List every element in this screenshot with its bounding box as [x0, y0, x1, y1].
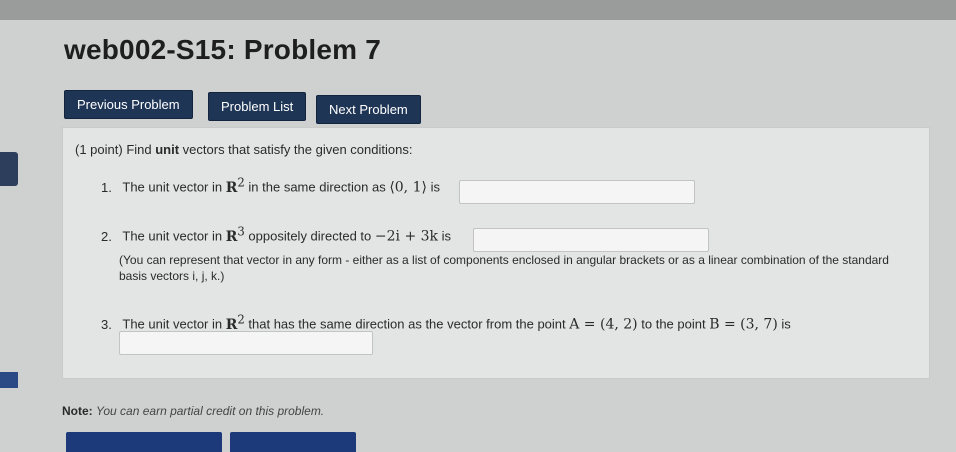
- page-title: web002-S15: Problem 7: [64, 34, 381, 65]
- space-exponent: 3: [237, 224, 245, 238]
- problem-list-button[interactable]: Problem List: [208, 92, 307, 121]
- intro-bold: unit: [155, 142, 180, 157]
- vector-expression: −2i + 3k: [374, 228, 439, 245]
- question-text: oppositely directed to: [248, 228, 375, 244]
- next-problem-button[interactable]: Next Problem: [316, 95, 421, 124]
- question-text: The unit vector in: [122, 179, 226, 195]
- point-a: A = (4, 2): [569, 316, 638, 333]
- question-text: is: [430, 179, 440, 195]
- partial-credit-note: Note: You can earn partial credit on thi…: [62, 404, 324, 418]
- left-edge-tab: [0, 152, 18, 186]
- answer-input-1[interactable]: [459, 180, 695, 204]
- previous-problem-button[interactable]: Previous Problem: [64, 90, 193, 119]
- problem-panel: (1 point) Find unit vectors that satisfy…: [62, 127, 930, 379]
- vector-expression: ⟨0, 1⟩: [389, 179, 427, 196]
- question-2-note: (You can represent that vector in any fo…: [119, 253, 889, 283]
- answer-input-3[interactable]: [119, 331, 373, 355]
- intro-rest: vectors that satisfy the given condition…: [179, 142, 413, 157]
- point-b: B = (3, 7): [709, 316, 778, 333]
- answer-input-2[interactable]: [473, 228, 709, 252]
- question-1: 1. The unit vector in R2 in the same dir…: [101, 175, 440, 196]
- question-3: 3. The unit vector in R2 that has the sa…: [101, 312, 791, 333]
- question-text: that has the same direction as the vecto…: [248, 316, 570, 332]
- question-number: 1.: [101, 179, 112, 195]
- left-edge-tab: [0, 372, 18, 388]
- question-text: to the point: [641, 316, 710, 332]
- question-number: 2.: [101, 228, 112, 244]
- note-text: You can earn partial credit on this prob…: [96, 404, 325, 418]
- submit-answers-button[interactable]: [230, 432, 356, 452]
- question-text: is: [781, 316, 791, 332]
- question-2: 2. The unit vector in R3 oppositely dire…: [101, 224, 451, 245]
- question-number: 3.: [101, 316, 112, 332]
- space-exponent: 2: [237, 175, 245, 189]
- question-text: The unit vector in: [122, 316, 226, 332]
- preview-answers-button[interactable]: [66, 432, 222, 452]
- intro-text: Find: [126, 142, 156, 157]
- space-exponent: 2: [237, 312, 245, 326]
- space-symbol: R: [225, 179, 238, 196]
- note-label: Note:: [62, 404, 93, 418]
- question-text: is: [441, 228, 452, 244]
- screen-top-bezel: [0, 0, 956, 20]
- question-text: The unit vector in: [122, 228, 226, 244]
- problem-intro: (1 point) Find unit vectors that satisfy…: [75, 142, 412, 157]
- question-text: in the same direction as: [248, 179, 390, 195]
- problem-points: (1 point): [75, 142, 123, 157]
- space-symbol: R: [225, 228, 238, 245]
